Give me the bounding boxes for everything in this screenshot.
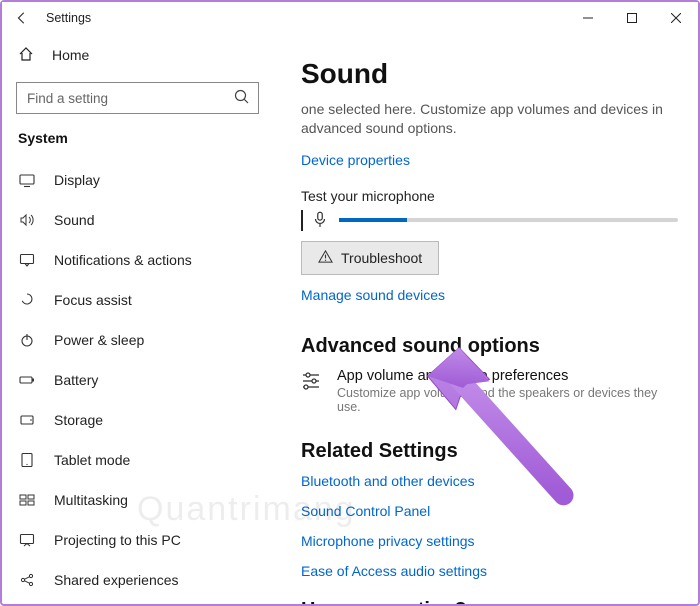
maximize-button[interactable] bbox=[610, 2, 654, 34]
sound-icon bbox=[18, 211, 36, 229]
sidebar-item-notifications[interactable]: Notifications & actions bbox=[2, 240, 273, 280]
advanced-sound-heading: Advanced sound options bbox=[301, 335, 678, 358]
display-icon bbox=[18, 171, 36, 189]
sidebar-item-label: Home bbox=[52, 47, 89, 63]
search-icon bbox=[233, 88, 251, 109]
sidebar-item-label: Storage bbox=[54, 412, 103, 428]
microphone-level-bar bbox=[339, 218, 678, 222]
notifications-icon bbox=[18, 251, 36, 269]
microphone-privacy-link[interactable]: Microphone privacy settings bbox=[301, 533, 678, 549]
sidebar-item-tablet-mode[interactable]: Tablet mode bbox=[2, 440, 273, 480]
manage-sound-devices-link[interactable]: Manage sound devices bbox=[301, 287, 445, 303]
section-description: one selected here. Customize app volumes… bbox=[301, 100, 678, 138]
title-bar: Settings bbox=[2, 2, 698, 34]
microphone-level-row bbox=[301, 210, 678, 231]
sidebar-item-shared-experiences[interactable]: Shared experiences bbox=[2, 560, 273, 600]
microphone-icon bbox=[311, 210, 329, 231]
troubleshoot-label: Troubleshoot bbox=[341, 250, 422, 266]
home-icon bbox=[18, 46, 34, 65]
sidebar-item-projecting[interactable]: Projecting to this PC bbox=[2, 520, 273, 560]
sidebar-item-storage[interactable]: Storage bbox=[2, 400, 273, 440]
sidebar-item-power-sleep[interactable]: Power & sleep bbox=[2, 320, 273, 360]
sidebar-item-focus-assist[interactable]: Focus assist bbox=[2, 280, 273, 320]
focus-assist-icon bbox=[18, 291, 36, 309]
sidebar-item-label: Sound bbox=[54, 212, 94, 228]
power-icon bbox=[18, 331, 36, 349]
sidebar-item-label: Projecting to this PC bbox=[54, 532, 181, 548]
sidebar-item-label: Shared experiences bbox=[54, 572, 179, 588]
sidebar-item-label: Battery bbox=[54, 372, 98, 388]
app-volume-subtitle: Customize app volumes and the speakers o… bbox=[337, 386, 678, 414]
multitasking-icon bbox=[18, 491, 36, 509]
sidebar-item-label: Tablet mode bbox=[54, 452, 130, 468]
window-controls bbox=[566, 2, 698, 34]
sidebar-nav: Display Sound Notifications & actions Fo… bbox=[2, 160, 273, 604]
bluetooth-devices-link[interactable]: Bluetooth and other devices bbox=[301, 473, 678, 489]
shared-icon bbox=[18, 571, 36, 589]
sound-control-panel-link[interactable]: Sound Control Panel bbox=[301, 503, 678, 519]
page-title: Sound bbox=[301, 58, 678, 90]
battery-icon bbox=[18, 371, 36, 389]
troubleshoot-button[interactable]: Troubleshoot bbox=[301, 241, 439, 275]
sidebar-item-multitasking[interactable]: Multitasking bbox=[2, 480, 273, 520]
search-box bbox=[16, 82, 259, 114]
sidebar-item-display[interactable]: Display bbox=[2, 160, 273, 200]
main-content: Sound one selected here. Customize app v… bbox=[273, 34, 698, 604]
related-settings-heading: Related Settings bbox=[301, 440, 678, 463]
window-title: Settings bbox=[36, 11, 91, 25]
have-a-question-heading: Have a question? bbox=[301, 599, 678, 604]
sidebar-item-label: Display bbox=[54, 172, 100, 188]
search-input[interactable] bbox=[16, 82, 259, 114]
sidebar-item-label: Power & sleep bbox=[54, 332, 144, 348]
minimize-button[interactable] bbox=[566, 2, 610, 34]
warning-icon bbox=[318, 249, 333, 267]
projecting-icon bbox=[18, 531, 36, 549]
tablet-icon bbox=[18, 451, 36, 469]
sidebar-item-home[interactable]: Home bbox=[2, 38, 273, 72]
sidebar-section-label: System bbox=[2, 126, 273, 160]
test-microphone-label: Test your microphone bbox=[301, 188, 678, 204]
sidebar-item-battery[interactable]: Battery bbox=[2, 360, 273, 400]
device-properties-link[interactable]: Device properties bbox=[301, 152, 410, 168]
app-volume-preferences-row[interactable]: App volume and device preferences Custom… bbox=[301, 368, 678, 414]
sliders-icon bbox=[301, 368, 323, 393]
sidebar-item-sound[interactable]: Sound bbox=[2, 200, 273, 240]
sidebar: Home System Display Sound Notifications … bbox=[2, 34, 273, 604]
ease-of-access-audio-link[interactable]: Ease of Access audio settings bbox=[301, 563, 678, 579]
back-button[interactable] bbox=[8, 4, 36, 32]
close-button[interactable] bbox=[654, 2, 698, 34]
storage-icon bbox=[18, 411, 36, 429]
sidebar-item-label: Focus assist bbox=[54, 292, 132, 308]
sidebar-item-label: Notifications & actions bbox=[54, 252, 192, 268]
app-volume-title: App volume and device preferences bbox=[337, 368, 678, 384]
related-settings-links: Bluetooth and other devices Sound Contro… bbox=[301, 473, 678, 579]
sidebar-item-label: Multitasking bbox=[54, 492, 128, 508]
